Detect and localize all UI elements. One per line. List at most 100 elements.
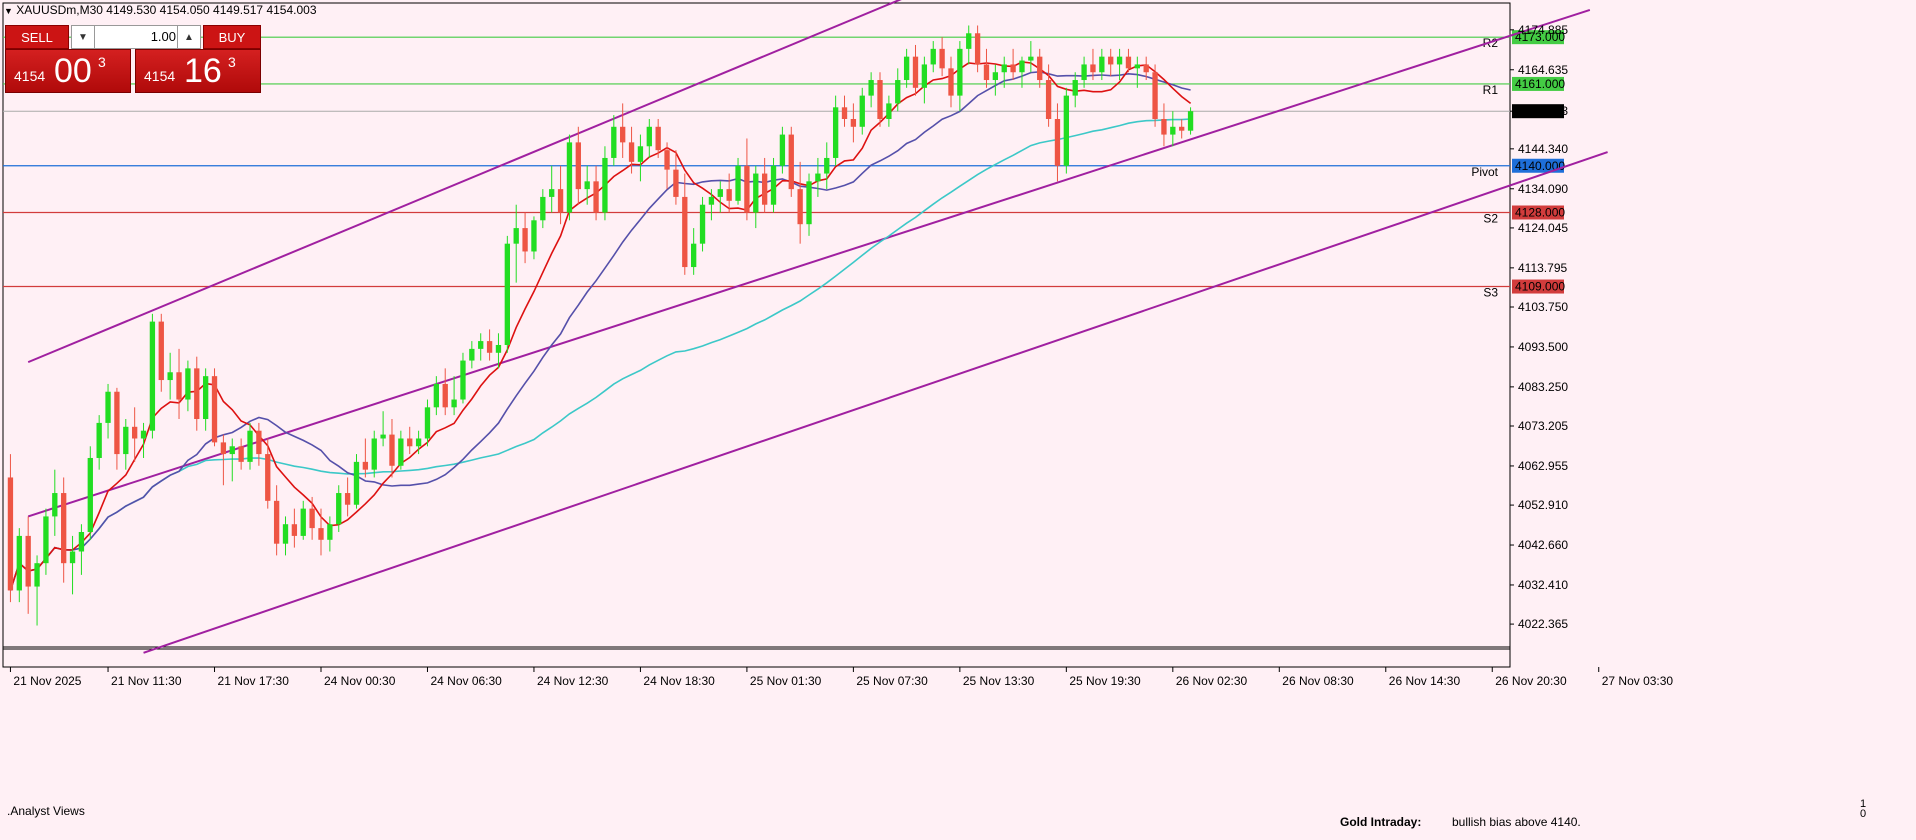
- sell-price-small: 4154: [14, 68, 46, 84]
- analyst-note-text: bullish bias above 4140.: [1452, 815, 1581, 829]
- candle: [1161, 103, 1167, 147]
- x-tick-label: 24 Nov 06:30: [430, 674, 502, 688]
- candle: [983, 48, 990, 88]
- x-tick-label: 25 Nov 01:30: [750, 674, 822, 688]
- candle-body: [939, 48, 945, 69]
- candle-body: [504, 243, 510, 345]
- sell-price-box[interactable]: 4154 00 3: [5, 49, 131, 93]
- candle: [114, 387, 120, 470]
- x-tick-label: 24 Nov 12:30: [537, 674, 609, 688]
- candle: [282, 516, 289, 556]
- candle-body: [140, 430, 147, 439]
- candle: [646, 118, 652, 158]
- symbol-info-text: XAUUSDm,M30 4149.530 4154.050 4149.517 4…: [16, 3, 317, 17]
- candle: [1179, 118, 1185, 139]
- candle-body: [291, 524, 298, 536]
- candle-body: [353, 461, 360, 505]
- candle: [247, 422, 253, 470]
- candle: [69, 535, 76, 595]
- candle-body: [691, 243, 697, 268]
- candle-body: [123, 426, 129, 455]
- level-name-s2: S2: [1483, 212, 1498, 226]
- candle-body: [1099, 56, 1105, 73]
- candle: [433, 376, 440, 416]
- candle: [149, 313, 156, 439]
- candle: [362, 438, 369, 478]
- candle: [948, 56, 954, 108]
- x-tick-label: 25 Nov 13:30: [963, 674, 1035, 688]
- candle: [407, 426, 413, 455]
- candle-body: [868, 80, 874, 96]
- candle: [123, 419, 129, 470]
- y-tick-label: 4124.045: [1518, 221, 1568, 235]
- candle: [238, 438, 244, 470]
- candle: [531, 216, 537, 260]
- candle-body: [886, 103, 892, 119]
- candle-body: [549, 189, 555, 197]
- candle-body: [16, 535, 22, 591]
- candle-body: [194, 368, 200, 420]
- candle-body: [859, 95, 865, 127]
- quantity-up-icon[interactable]: ▲: [177, 26, 200, 48]
- candle-body: [1125, 56, 1132, 69]
- candle-body: [43, 516, 49, 564]
- candle-body: [1143, 64, 1149, 73]
- candle: [682, 173, 688, 275]
- candle: [699, 196, 706, 252]
- candle-body: [371, 438, 377, 470]
- candle-body: [974, 33, 981, 65]
- candle-body: [788, 134, 794, 190]
- candle-body: [744, 165, 750, 213]
- candle: [593, 165, 599, 221]
- buy-price-box[interactable]: 4154 16 3: [135, 49, 261, 93]
- candle: [691, 228, 697, 275]
- quantity-stepper[interactable]: ▼ 1.00 ▲: [71, 25, 201, 49]
- candle: [522, 212, 528, 264]
- candle-body: [779, 134, 786, 166]
- candle: [309, 496, 315, 540]
- level-price-label: 4109.000: [1515, 280, 1565, 294]
- candle-body: [1001, 64, 1007, 73]
- sell-button[interactable]: SELL: [5, 25, 69, 49]
- price-chart[interactable]: R24173.000R14161.000Pivot4140.000S24128.…: [0, 0, 1916, 840]
- y-tick-label: 4154.003: [1518, 104, 1568, 118]
- candle-body: [1072, 80, 1078, 96]
- candle: [779, 126, 786, 174]
- level-name-s3: S3: [1483, 286, 1498, 300]
- candle-body: [460, 360, 466, 400]
- candle-body: [424, 407, 431, 439]
- quantity-value[interactable]: 1.00: [96, 29, 176, 44]
- x-tick-label: 21 Nov 17:30: [218, 674, 290, 688]
- quantity-down-icon[interactable]: ▼: [72, 26, 95, 48]
- candle: [939, 37, 945, 77]
- level-name-r1: R1: [1483, 83, 1499, 97]
- candle-body: [948, 68, 954, 96]
- x-tick-label: 24 Nov 18:30: [643, 674, 715, 688]
- candle: [194, 356, 200, 431]
- candle-body: [1045, 80, 1052, 119]
- y-tick-label: 4164.635: [1518, 63, 1568, 77]
- candle: [930, 41, 936, 73]
- candle: [575, 126, 581, 205]
- candle-body: [380, 434, 386, 439]
- candle: [478, 333, 484, 361]
- candle-body: [522, 228, 528, 252]
- y-tick-label: 4144.340: [1518, 142, 1568, 156]
- candle: [78, 524, 85, 575]
- candle-body: [265, 454, 271, 501]
- y-tick-label: 4174.885: [1518, 23, 1568, 37]
- candle: [1001, 56, 1007, 88]
- candle-body: [336, 493, 342, 525]
- candle-body: [415, 438, 422, 447]
- candle: [744, 138, 750, 221]
- candle-body: [726, 189, 732, 201]
- candle: [912, 44, 919, 96]
- candle: [1134, 56, 1140, 88]
- buy-button[interactable]: BUY: [203, 25, 261, 49]
- candle: [202, 368, 209, 431]
- symbol-info: ▼ XAUUSDm,M30 4149.530 4154.050 4149.517…: [4, 3, 317, 17]
- candle-body: [1179, 126, 1185, 131]
- candle-body: [806, 181, 812, 225]
- candle: [557, 165, 564, 225]
- candle: [380, 411, 386, 447]
